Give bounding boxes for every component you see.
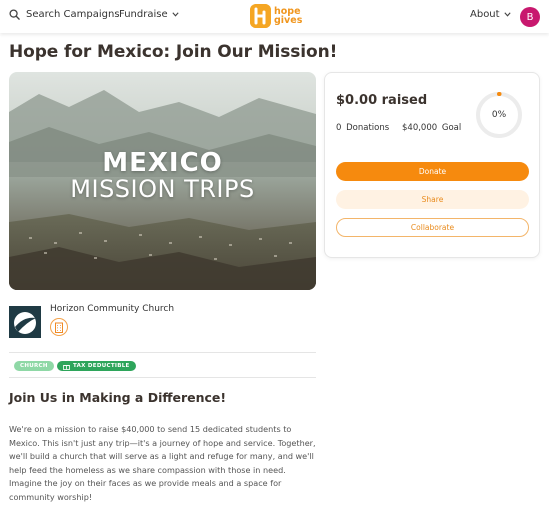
fundraise-label: Fundraise: [119, 9, 168, 20]
logo-mark-icon: [250, 4, 271, 28]
search-campaigns-button[interactable]: Search Campaigns: [9, 9, 120, 20]
chevron-down-icon: [503, 12, 511, 17]
story-body: We're on a mission to raise $40,000 to s…: [9, 424, 316, 502]
organizer-logo[interactable]: [9, 306, 41, 338]
about-menu[interactable]: About: [470, 9, 511, 20]
logo-wordmark: hope gives: [274, 7, 303, 26]
tax-deductible-badge: TAX DEDUCTIBLE: [57, 361, 136, 371]
logo-word-gives: gives: [274, 15, 303, 26]
top-nav: Search Campaigns Fundraise hope gives Ab…: [0, 0, 549, 33]
search-icon: [9, 9, 20, 20]
share-button[interactable]: Share: [336, 190, 529, 209]
building-icon: [50, 318, 68, 336]
search-campaigns-label: Search Campaigns: [26, 9, 120, 20]
campaign-title: Hope for Mexico: Join Our Mission!: [9, 42, 338, 62]
donation-stats: 0 Donations $40,000 Goal: [336, 123, 463, 133]
donate-button[interactable]: Donate: [336, 162, 529, 181]
donation-card: $0.00 raised 0 Donations $40,000 Goal 0%…: [324, 72, 540, 258]
goal-amount: $40,000: [402, 123, 438, 133]
goal-label: Goal: [441, 123, 462, 133]
chevron-down-icon: [172, 12, 179, 17]
user-avatar[interactable]: B: [520, 7, 540, 27]
hope-gives-logo[interactable]: hope gives: [250, 4, 302, 28]
campaign-hero-image: MEXICO MISSION TRIPS: [9, 72, 316, 290]
divider: [9, 352, 316, 353]
hero-heading: MEXICO: [102, 148, 223, 178]
gift-icon: [63, 364, 70, 370]
church-badge: CHURCH: [14, 361, 54, 371]
fundraise-menu[interactable]: Fundraise: [119, 9, 179, 20]
donations-count: 0: [336, 123, 342, 133]
donations-label: Donations: [346, 123, 390, 133]
divider: [9, 377, 316, 378]
about-label: About: [470, 9, 500, 20]
amount-raised: $0.00 raised: [336, 93, 428, 108]
hero-subheading: MISSION TRIPS: [70, 175, 255, 203]
tax-deductible-label: TAX DEDUCTIBLE: [73, 363, 130, 369]
story-heading: Join Us in Making a Difference!: [9, 390, 227, 405]
organizer-name[interactable]: Horizon Community Church: [50, 304, 174, 314]
collaborate-button[interactable]: Collaborate: [336, 218, 529, 237]
progress-percent: 0%: [491, 110, 507, 120]
